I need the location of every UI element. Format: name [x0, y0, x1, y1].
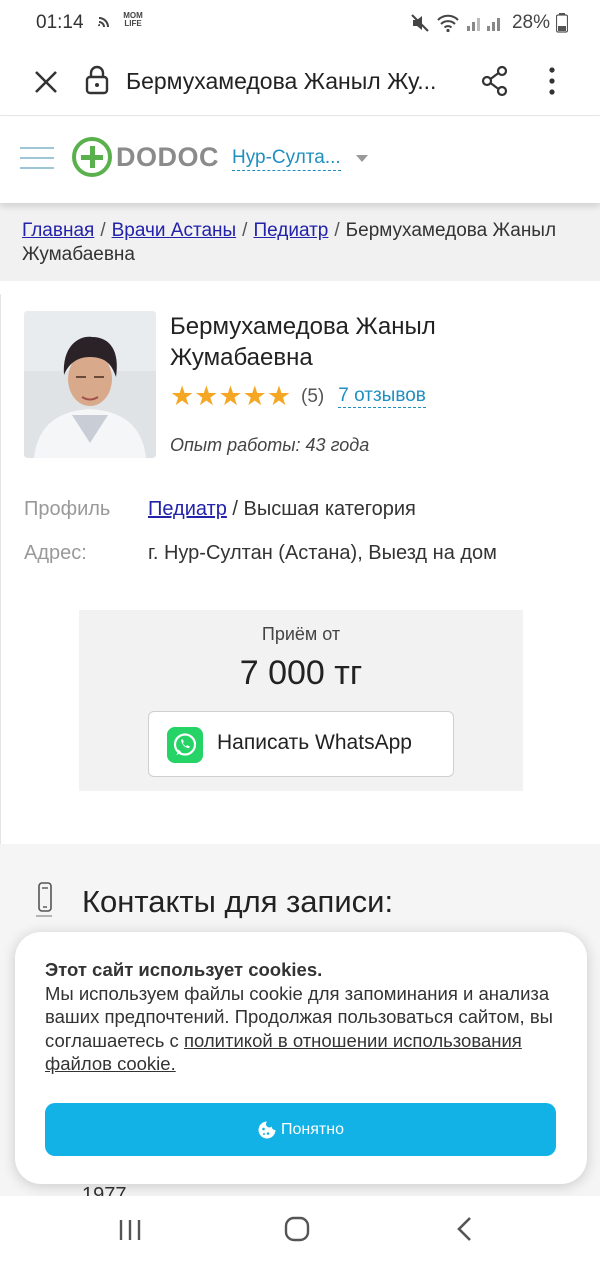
back-icon[interactable] — [455, 1216, 475, 1242]
breadcrumb-home[interactable]: Главная — [22, 220, 94, 241]
lock-icon[interactable] — [84, 64, 110, 96]
profile-value: Педиатр / Высшая категория — [148, 498, 416, 521]
status-time: 01:14 — [36, 12, 84, 33]
rating-stars: ★★★★★ — [170, 381, 292, 411]
address-value: г. Нур-Султан (Астана), Выезд на дом — [148, 542, 497, 564]
cast-icon — [98, 17, 109, 28]
cookie-text: Этот сайт использует cookies. Мы использ… — [45, 958, 565, 1076]
battery-icon — [556, 13, 568, 33]
status-right-icons: 28% — [410, 12, 568, 34]
doctor-photo[interactable] — [24, 311, 156, 458]
status-bar: 01:14 MOM LIFE 28% — [0, 0, 600, 46]
status-left-icons: MOM LIFE — [98, 12, 144, 28]
reviews-link[interactable]: 7 отзывов — [338, 385, 426, 408]
doctor-rating: ★★★★★ (5) 7 отзывов — [170, 381, 426, 412]
cookie-accept-label: Понятно — [281, 1120, 344, 1138]
doctor-experience: Опыт работы: 43 года — [170, 435, 370, 455]
browser-page-title[interactable]: Бермухамедова Жаныл Жу... — [126, 68, 466, 95]
battery-percent: 28% — [511, 12, 550, 33]
signal-icon — [466, 18, 500, 31]
recent-apps-icon[interactable] — [118, 1218, 142, 1242]
contacts-title: Контакты для записи: — [82, 884, 394, 919]
rating-count: (5) — [301, 385, 325, 407]
doctor-portrait-image — [24, 311, 156, 458]
android-nav-bar — [0, 1196, 600, 1265]
breadcrumb-pediatrician[interactable]: Педиатр — [253, 220, 328, 241]
profile-category: / Высшая категория — [226, 498, 416, 520]
share-icon[interactable] — [480, 64, 510, 98]
whatsapp-button[interactable]: Написать WhatsApp — [148, 711, 454, 777]
chevron-down-icon[interactable] — [356, 155, 368, 162]
momlife-app-icon: MOM LIFE — [123, 11, 143, 28]
cookie-icon — [258, 1121, 276, 1138]
browser-toolbar: Бермухамедова Жаныл Жу... — [0, 46, 600, 116]
price-box: Приём от 7 000 тг Написать WhatsApp — [79, 610, 523, 791]
site-header: DODOC Нур-Султа... — [0, 117, 600, 203]
whatsapp-button-label: Написать WhatsApp — [217, 731, 412, 754]
logo-text: DODOC — [116, 141, 219, 172]
doctor-card: Бермухамедова Жаныл Жумабаевна ★★★★★ (5)… — [0, 294, 600, 844]
price-value: 7 000 тг — [239, 654, 363, 692]
cookie-accept-button[interactable]: Понятно — [45, 1103, 556, 1156]
city-selector[interactable]: Нур-Султа... — [232, 147, 341, 171]
whatsapp-icon — [167, 727, 203, 763]
close-icon[interactable] — [30, 66, 62, 98]
profile-specialty-link[interactable]: Педиатр — [148, 498, 227, 520]
price-label: Приём от — [261, 624, 341, 644]
mute-icon — [411, 14, 429, 32]
breadcrumb-doctors[interactable]: Врачи Астаны — [112, 220, 237, 241]
logo-plus-icon — [72, 137, 112, 177]
breadcrumb: Главная / Врачи Астаны / Педиатр / Бермухамедо… — [0, 203, 600, 281]
profile-label: Профиль — [24, 498, 111, 520]
phone-icon — [36, 882, 52, 917]
address-label: Адрес: — [24, 542, 87, 564]
cookie-title: Этот сайт использует cookies. — [45, 959, 323, 980]
site-logo[interactable]: DODOC — [72, 137, 219, 177]
menu-icon[interactable] — [20, 147, 54, 171]
wifi-icon — [437, 14, 459, 33]
home-icon[interactable] — [284, 1216, 310, 1242]
cookie-banner: Этот сайт использует cookies. Мы использ… — [15, 932, 587, 1184]
doctor-name: Бермухамедова Жаныл Жумабаевна — [170, 313, 436, 371]
more-options-icon[interactable] — [540, 64, 564, 98]
